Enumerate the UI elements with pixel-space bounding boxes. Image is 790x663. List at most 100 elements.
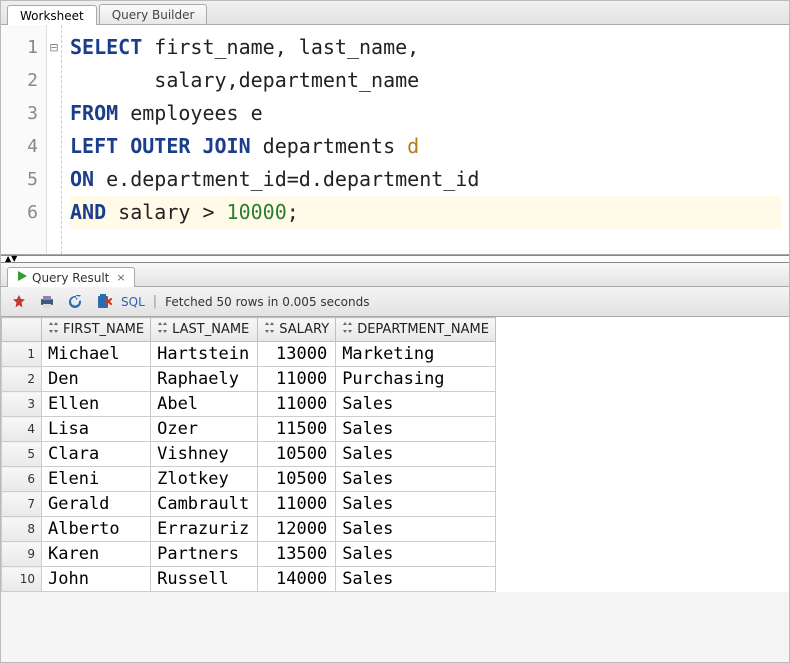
data-cell[interactable]: Errazuriz [151, 517, 258, 542]
code-line[interactable]: FROM employees e [70, 97, 781, 130]
data-cell[interactable]: 13000 [258, 342, 336, 367]
print-icon[interactable] [37, 292, 57, 312]
data-cell[interactable]: Michael [42, 342, 151, 367]
data-cell[interactable]: 14000 [258, 567, 336, 592]
table-row[interactable]: 2DenRaphaely11000Purchasing [2, 367, 496, 392]
code-line[interactable]: ON e.department_id=d.department_id [70, 163, 781, 196]
data-cell[interactable]: Eleni [42, 467, 151, 492]
sort-icon[interactable] [264, 321, 275, 338]
data-cell[interactable]: John [42, 567, 151, 592]
data-cell[interactable]: Ozer [151, 417, 258, 442]
refresh-icon[interactable] [65, 292, 85, 312]
data-cell[interactable]: Russell [151, 567, 258, 592]
data-cell[interactable]: Purchasing [336, 367, 496, 392]
line-gutter: 123456 [1, 25, 47, 254]
data-cell[interactable]: 11000 [258, 492, 336, 517]
data-cell[interactable]: Sales [336, 467, 496, 492]
fold-column[interactable]: ⊟ [47, 25, 61, 254]
data-cell[interactable]: 13500 [258, 542, 336, 567]
line-number: 3 [1, 97, 42, 130]
row-number-cell: 3 [2, 392, 42, 417]
table-row[interactable]: 4LisaOzer11500Sales [2, 417, 496, 442]
code-line[interactable]: AND salary > 10000; [70, 196, 781, 229]
delete-icon[interactable] [93, 292, 113, 312]
pane-splitter[interactable]: ▲▼ [1, 255, 789, 263]
data-cell[interactable]: 11000 [258, 367, 336, 392]
fold-toggle[interactable] [47, 163, 61, 196]
fold-toggle[interactable] [47, 130, 61, 163]
data-cell[interactable]: Raphaely [151, 367, 258, 392]
column-header-label: FIRST_NAME [63, 322, 144, 337]
data-cell[interactable]: Marketing [336, 342, 496, 367]
data-cell[interactable]: Den [42, 367, 151, 392]
data-cell[interactable]: Alberto [42, 517, 151, 542]
code-area[interactable]: SELECT first_name, last_name, salary,dep… [62, 25, 789, 254]
text-token: salary > [106, 200, 226, 224]
result-tab-query-result[interactable]: Query Result × [7, 267, 135, 287]
tab-query-builder-label: Query Builder [112, 8, 195, 22]
data-cell[interactable]: 10500 [258, 442, 336, 467]
data-cell[interactable]: Abel [151, 392, 258, 417]
data-cell[interactable]: Lisa [42, 417, 151, 442]
tab-worksheet[interactable]: Worksheet [7, 5, 97, 25]
sql-link[interactable]: SQL [121, 295, 145, 309]
table-row[interactable]: 8AlbertoErrazuriz12000Sales [2, 517, 496, 542]
code-line[interactable]: SELECT first_name, last_name, [70, 31, 781, 64]
data-cell[interactable]: Sales [336, 567, 496, 592]
row-number-cell: 10 [2, 567, 42, 592]
sort-icon[interactable] [342, 321, 353, 338]
column-header[interactable]: FIRST_NAME [42, 318, 151, 342]
table-row[interactable]: 5ClaraVishney10500Sales [2, 442, 496, 467]
pin-icon[interactable] [9, 292, 29, 312]
data-cell[interactable]: Sales [336, 442, 496, 467]
column-header[interactable]: LAST_NAME [151, 318, 258, 342]
table-row[interactable]: 9KarenPartners13500Sales [2, 542, 496, 567]
data-cell[interactable]: Zlotkey [151, 467, 258, 492]
data-cell[interactable]: Clara [42, 442, 151, 467]
data-cell[interactable]: Sales [336, 542, 496, 567]
row-number-cell: 7 [2, 492, 42, 517]
column-header[interactable]: DEPARTMENT_NAME [336, 318, 496, 342]
table-row[interactable]: 7GeraldCambrault11000Sales [2, 492, 496, 517]
data-cell[interactable]: Sales [336, 492, 496, 517]
data-cell[interactable]: Vishney [151, 442, 258, 467]
data-cell[interactable]: Karen [42, 542, 151, 567]
data-cell[interactable]: Gerald [42, 492, 151, 517]
result-grid[interactable]: FIRST_NAME LAST_NAMESALARYDEPARTMENT_NAME… [1, 317, 496, 592]
data-cell[interactable]: 12000 [258, 517, 336, 542]
data-cell[interactable]: 10500 [258, 467, 336, 492]
result-grid-wrap: FIRST_NAME LAST_NAMESALARYDEPARTMENT_NAME… [1, 317, 789, 592]
table-row[interactable]: 10JohnRussell14000Sales [2, 567, 496, 592]
sort-icon[interactable] [157, 321, 168, 338]
table-row[interactable]: 6EleniZlotkey10500Sales [2, 467, 496, 492]
fold-toggle[interactable] [47, 97, 61, 130]
run-icon [16, 270, 28, 285]
tab-query-builder[interactable]: Query Builder [99, 4, 208, 24]
row-number-cell: 1 [2, 342, 42, 367]
fold-toggle[interactable]: ⊟ [47, 31, 61, 64]
data-cell[interactable]: Hartstein [151, 342, 258, 367]
data-cell[interactable]: Partners [151, 542, 258, 567]
sql-editor[interactable]: 123456 ⊟ SELECT first_name, last_name, s… [1, 25, 789, 255]
fold-toggle[interactable] [47, 64, 61, 97]
code-line[interactable]: salary,department_name [70, 64, 781, 97]
data-cell[interactable]: Sales [336, 517, 496, 542]
fetch-status: Fetched 50 rows in 0.005 seconds [165, 295, 369, 309]
data-cell[interactable]: 11500 [258, 417, 336, 442]
data-cell[interactable]: 11000 [258, 392, 336, 417]
fold-toggle[interactable] [47, 196, 61, 229]
table-row[interactable]: 1MichaelHartstein13000Marketing [2, 342, 496, 367]
data-cell[interactable]: Sales [336, 392, 496, 417]
code-line[interactable]: LEFT OUTER JOIN departments d [70, 130, 781, 163]
sort-icon[interactable] [48, 321, 59, 338]
table-row[interactable]: 3EllenAbel11000Sales [2, 392, 496, 417]
column-header[interactable]: SALARY [258, 318, 336, 342]
line-number: 5 [1, 163, 42, 196]
data-cell[interactable]: Ellen [42, 392, 151, 417]
data-cell[interactable]: Sales [336, 417, 496, 442]
row-number-cell: 4 [2, 417, 42, 442]
text-token: first_name, last_name, [142, 35, 419, 59]
close-icon[interactable]: × [116, 271, 125, 284]
row-number-cell: 5 [2, 442, 42, 467]
data-cell[interactable]: Cambrault [151, 492, 258, 517]
